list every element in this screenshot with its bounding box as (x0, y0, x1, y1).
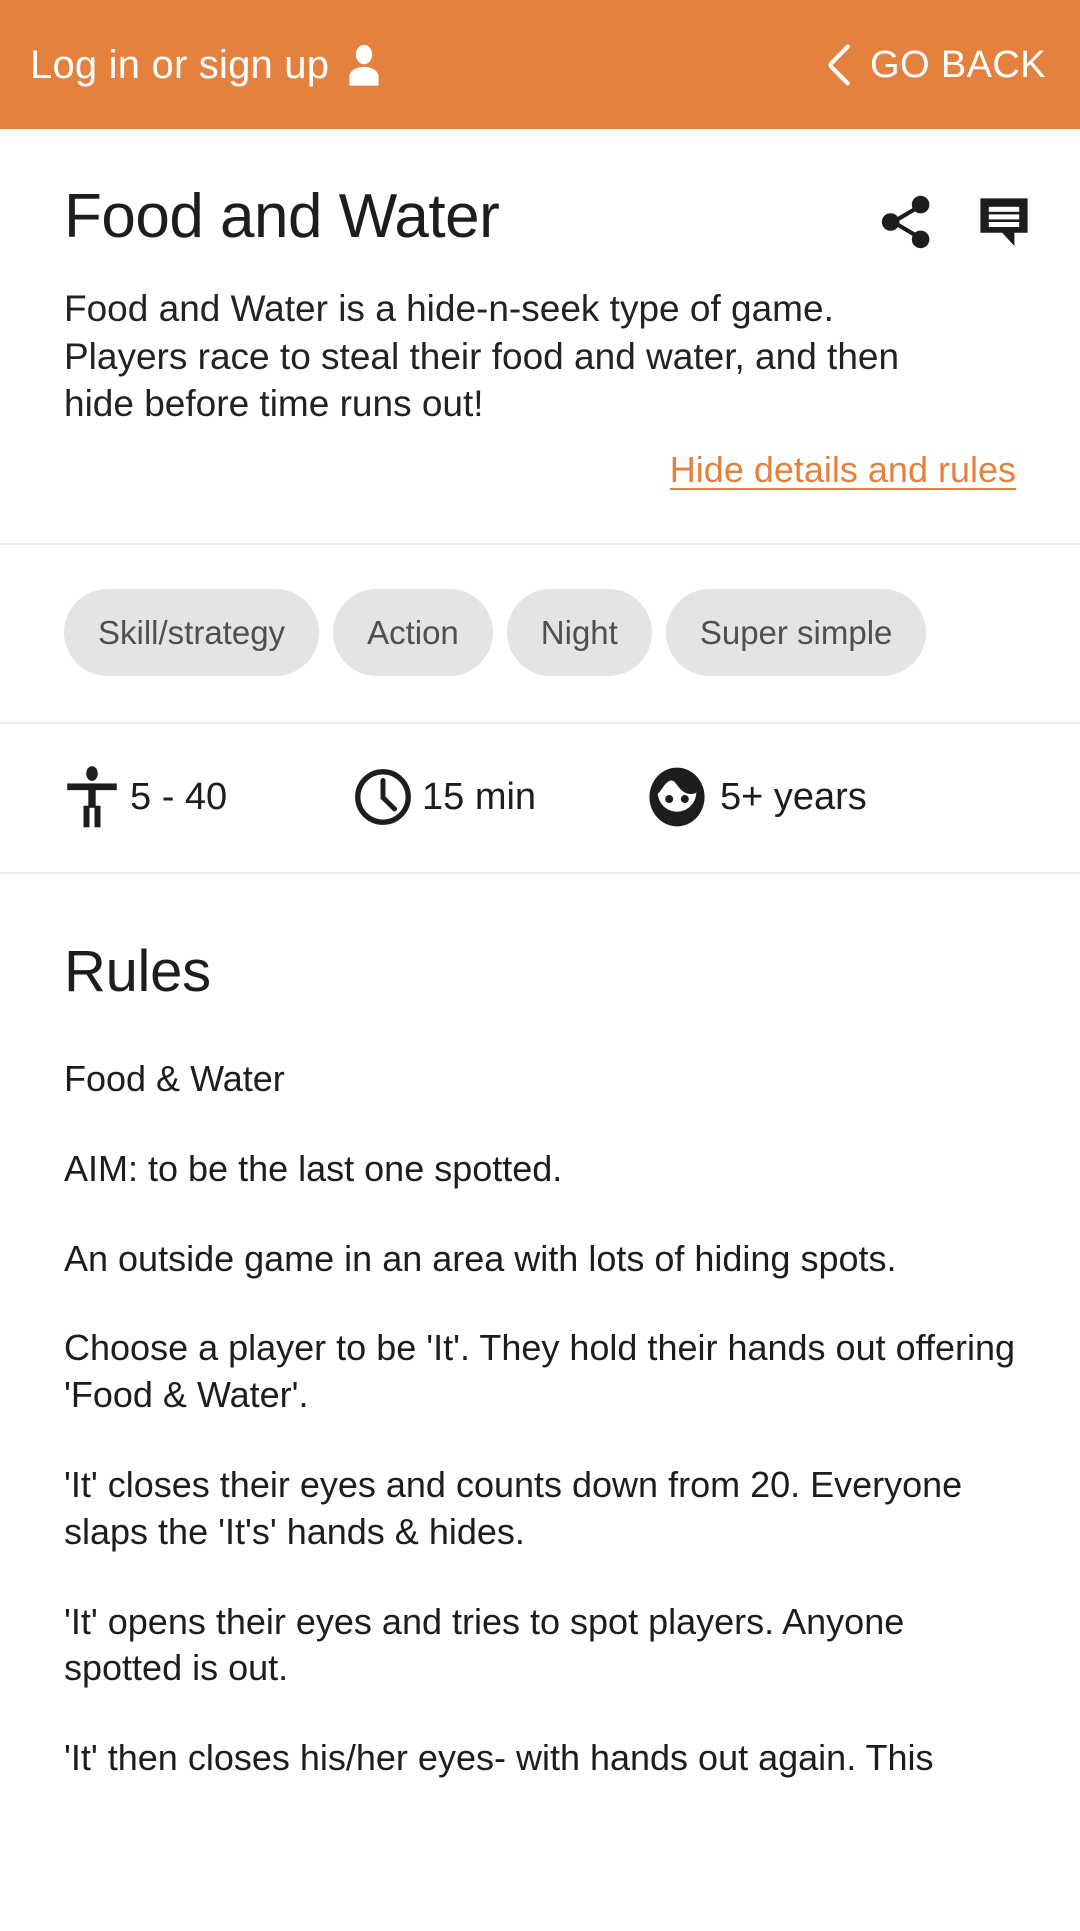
page-title: Food and Water (64, 182, 500, 251)
go-back-button[interactable]: GO BACK (826, 43, 1046, 86)
meta-age-value: 5+ years (720, 776, 867, 819)
chevron-left-icon (826, 43, 852, 86)
meta-players: 5 - 40 (64, 766, 354, 828)
tag-skill-strategy[interactable]: Skill/strategy (64, 589, 320, 677)
rules-paragraph: 'It' closes their eyes and counts down f… (64, 1464, 963, 1552)
person-icon (345, 44, 383, 86)
title-actions (880, 184, 1032, 250)
meta-players-value: 5 - 40 (130, 776, 228, 819)
rules-heading: Rules (64, 939, 211, 1005)
login-signup-button[interactable]: Log in or sign up (30, 44, 383, 86)
hide-details-link-wrapper: Hide details and rules (0, 427, 1080, 491)
accessibility-icon (64, 766, 120, 828)
clock-icon (354, 768, 412, 826)
rules-paragraph: An outside game in an area with lots of … (64, 1237, 897, 1279)
rules-paragraph: Food & Water (64, 1058, 285, 1100)
rules-paragraph: 'It' then closes his/her eyes- with hand… (64, 1737, 934, 1779)
meta-duration-value: 15 min (422, 776, 537, 819)
game-meta-row: 5 - 40 15 min 5+ years (0, 724, 1080, 872)
comment-icon[interactable] (976, 196, 1032, 248)
rules-section: Rules Food & Water AIM: to be the last o… (0, 874, 1080, 1931)
top-app-bar: Log in or sign up GO BACK (0, 0, 1080, 129)
child-icon (644, 766, 710, 828)
tag-list: Skill/strategy Action Night Super simple (0, 545, 1080, 722)
game-description: Food and Water is a hide-n-seek type of … (64, 288, 900, 424)
share-icon[interactable] (880, 194, 932, 250)
app-root: Log in or sign up GO BACK Food and Water (0, 0, 1080, 1931)
rules-paragraph: Choose a player to be 'It'. They hold th… (64, 1327, 1016, 1416)
go-back-label: GO BACK (870, 43, 1046, 86)
login-signup-label: Log in or sign up (30, 42, 330, 87)
title-row: Food and Water (0, 129, 1080, 251)
rules-paragraph: AIM: to be the last one spotted. (64, 1147, 563, 1189)
meta-duration: 15 min (354, 768, 644, 826)
meta-age: 5+ years (644, 766, 867, 828)
tag-night[interactable]: Night (506, 589, 652, 677)
tag-action[interactable]: Action (333, 589, 493, 677)
tag-super-simple[interactable]: Super simple (665, 589, 927, 677)
rules-paragraph: 'It' opens their eyes and tries to spot … (64, 1600, 905, 1689)
hide-details-and-rules-link[interactable]: Hide details and rules (670, 449, 1016, 491)
